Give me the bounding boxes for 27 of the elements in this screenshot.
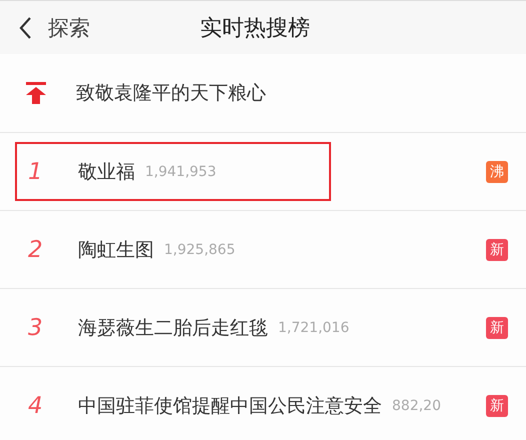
rank-number: 3: [28, 314, 44, 340]
rank-number: 4: [28, 392, 44, 418]
back-button[interactable]: 探索: [0, 14, 90, 42]
topic-badge: 新: [486, 316, 508, 338]
topic-badge: 沸: [486, 160, 508, 182]
trending-topic[interactable]: 1 敬业福 1,941,953 沸: [0, 133, 526, 211]
pin-top-icon: [26, 82, 46, 104]
topic-badge: 新: [486, 394, 508, 416]
topic-title: 陶虹生图: [78, 238, 154, 262]
search-count: 1,941,953: [145, 164, 216, 180]
page-title: 实时热搜榜: [200, 14, 310, 42]
topic-title: 中国驻菲使馆提醒中国公民注意安全: [78, 394, 382, 418]
topic-title: 致敬袁隆平的天下粮心: [76, 81, 266, 106]
rank-number: 1: [28, 158, 44, 184]
search-count: 1,721,016: [278, 320, 350, 336]
topic-badge: 新: [486, 238, 508, 260]
topic-title: 海瑟薇生二胎后走红毯: [78, 316, 268, 340]
back-label: 探索: [48, 14, 90, 42]
back-icon: [18, 16, 32, 40]
pinned-topic[interactable]: 致敬袁隆平的天下粮心: [0, 54, 526, 133]
trending-topic[interactable]: 2 陶虹生图 1,925,865 新: [0, 211, 526, 289]
search-count: 1,925,865: [164, 242, 236, 258]
topic-title: 敬业福: [78, 160, 135, 184]
trending-topic[interactable]: 4 中国驻菲使馆提醒中国公民注意安全 882,20 新: [0, 367, 526, 440]
rank-number: 2: [28, 236, 44, 262]
search-count: 882,20: [392, 398, 441, 414]
trending-topic[interactable]: 3 海瑟薇生二胎后走红毯 1,721,016 新: [0, 289, 526, 367]
